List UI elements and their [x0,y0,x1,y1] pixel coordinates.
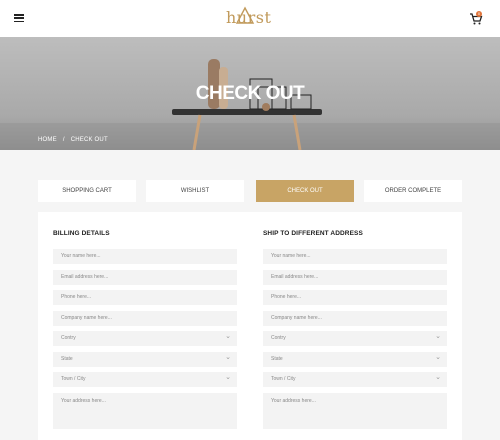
page-title: CHECK OUT [195,83,305,104]
billing-address-textarea[interactable]: Your address here... [53,393,237,429]
hamburger-menu-icon[interactable] [14,14,24,23]
billing-title: BILLING DETAILS [53,230,110,237]
billing-state-select[interactable]: State [53,350,237,367]
billing-company-field[interactable]: Company name here... [53,311,237,326]
shipping-town-select[interactable]: Town / City [263,370,447,387]
shipping-state-select[interactable]: State [263,350,447,367]
shipping-company-field[interactable]: Company name here... [263,311,447,326]
shipping-email-field[interactable]: Email address here... [263,270,447,285]
breadcrumb-current: CHECK OUT [70,137,108,143]
logo-text: hurst [226,8,272,27]
billing-country-select[interactable]: Contry [53,329,237,346]
shipping-title: SHIP TO DIFFERENT ADDRESS [263,230,363,237]
cart-count-badge: 0 [476,11,482,17]
billing-name-field[interactable]: Your name here... [53,249,237,264]
checkout-steps: SHOPPING CART WISHLIST CHECK OUT ORDER C… [38,180,462,202]
tab-shopping-cart[interactable]: SHOPPING CART [38,180,136,202]
logo[interactable]: hurst [226,6,276,28]
site-header: hurst 0 [0,0,500,37]
billing-town-select[interactable]: Town / City [53,370,237,387]
tab-check-out[interactable]: CHECK OUT [256,180,354,202]
breadcrumb: HOME / CHECK OUT [38,137,108,143]
breadcrumb-separator: / [62,137,65,143]
shipping-country-select[interactable]: Contry [263,329,447,346]
breadcrumb-home-link[interactable]: HOME [38,137,57,143]
tab-order-complete[interactable]: ORDER COMPLETE [364,180,462,202]
tab-wishlist[interactable]: WISHLIST [146,180,244,202]
hero-banner: CHECK OUT HOME / CHECK OUT [0,37,500,150]
billing-phone-field[interactable]: Phone here... [53,290,237,305]
shipping-address-textarea[interactable]: Your address here... [263,393,447,429]
shipping-phone-field[interactable]: Phone here... [263,290,447,305]
shipping-name-field[interactable]: Your name here... [263,249,447,264]
billing-email-field[interactable]: Email address here... [53,270,237,285]
checkout-form-panel: BILLING DETAILS Your name here... Email … [38,212,462,440]
